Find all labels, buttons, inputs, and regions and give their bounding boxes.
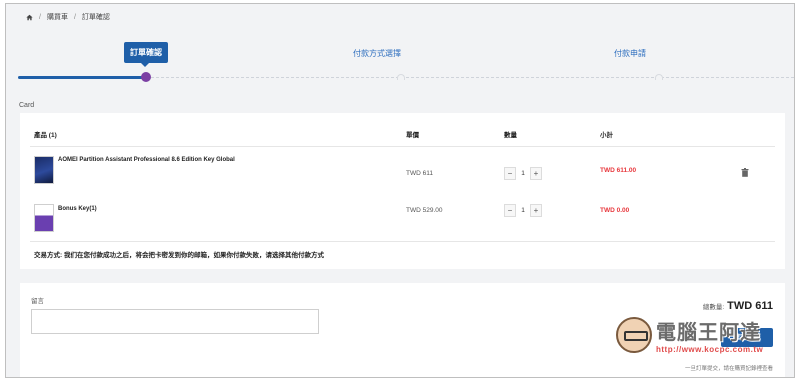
header-product: 產品 (1) xyxy=(34,132,57,139)
header-unit-price: 單價 xyxy=(406,132,419,139)
quantity-value[interactable]: 1 xyxy=(516,207,530,214)
progress-dot-step2 xyxy=(397,74,405,80)
page-frame: / 購買車 / 訂單確認 訂單確認 付款方式選擇 付款申請 Card 產品 (1… xyxy=(5,3,795,378)
row-subtotal: TWD 0.00 xyxy=(600,207,630,214)
product-name[interactable]: Bonus Key(1) xyxy=(58,206,97,212)
decrease-button[interactable]: − xyxy=(504,204,516,217)
breadcrumb-separator: / xyxy=(73,13,76,21)
breadcrumb-item-current: 訂單確認 xyxy=(81,14,110,21)
quantity-stepper: − 1 + xyxy=(504,204,542,217)
product-image-aomei[interactable] xyxy=(34,156,54,184)
unit-price: TWD 529.00 xyxy=(406,207,443,214)
progress-track-done xyxy=(18,76,146,79)
breadcrumb: / 購買車 / 訂單確認 xyxy=(26,12,110,22)
product-image-bonus[interactable] xyxy=(34,204,54,232)
step-order-confirm: 訂單確認 xyxy=(124,42,168,63)
quantity-value[interactable]: 1 xyxy=(516,170,530,177)
increase-button[interactable]: + xyxy=(530,167,542,180)
watermark-title: 電腦王阿達 xyxy=(656,320,761,344)
step-caret-icon xyxy=(141,63,149,67)
cart-table-card: 產品 (1) 單價 數量 小計 AOMEI Partition Assistan… xyxy=(20,113,785,269)
product-name[interactable]: AOMEI Partition Assistant Professional 8… xyxy=(58,157,235,163)
row-subtotal: TWD 611.00 xyxy=(600,167,637,174)
trash-icon[interactable] xyxy=(741,168,749,177)
table-divider xyxy=(30,241,775,242)
step-payment-method: 付款方式選擇 xyxy=(353,49,401,58)
watermark-url: http://www.kocpc.com.tw xyxy=(656,345,764,354)
progress-dot-step3 xyxy=(655,74,663,80)
progress-dot-current xyxy=(141,72,151,82)
comment-label: 留言 xyxy=(31,298,44,305)
order-total: 總數量: TWD 611 xyxy=(703,300,773,312)
card-title: Card xyxy=(19,102,35,109)
header-quantity: 數量 xyxy=(504,132,517,139)
step-payment-request: 付款申請 xyxy=(614,49,646,58)
header-subtotal: 小計 xyxy=(600,132,613,139)
total-label: 總數量: xyxy=(702,304,725,311)
breadcrumb-item-cart[interactable]: 購買車 xyxy=(47,12,68,22)
home-icon[interactable] xyxy=(26,14,33,21)
total-value: TWD 611 xyxy=(727,300,773,312)
comment-textarea[interactable] xyxy=(31,309,319,334)
table-divider xyxy=(30,146,775,147)
payment-note: 交易方式: 我们在您付款成功之后，将会把卡密发到你的邮箱，如果你付款失败，请选择… xyxy=(34,252,324,259)
watermark-mascot-icon xyxy=(616,317,652,353)
decrease-button[interactable]: − xyxy=(504,167,516,180)
unit-price: TWD 611 xyxy=(406,170,433,177)
watermark: 電腦王阿達 http://www.kocpc.com.tw xyxy=(616,316,763,354)
breadcrumb-separator: / xyxy=(39,13,41,21)
progress-track-remaining xyxy=(146,77,794,78)
increase-button[interactable]: + xyxy=(530,204,542,217)
quantity-stepper: − 1 + xyxy=(504,167,542,180)
order-footnote: 一旦訂單提交，請在購買記錄裡查看 xyxy=(684,366,773,372)
